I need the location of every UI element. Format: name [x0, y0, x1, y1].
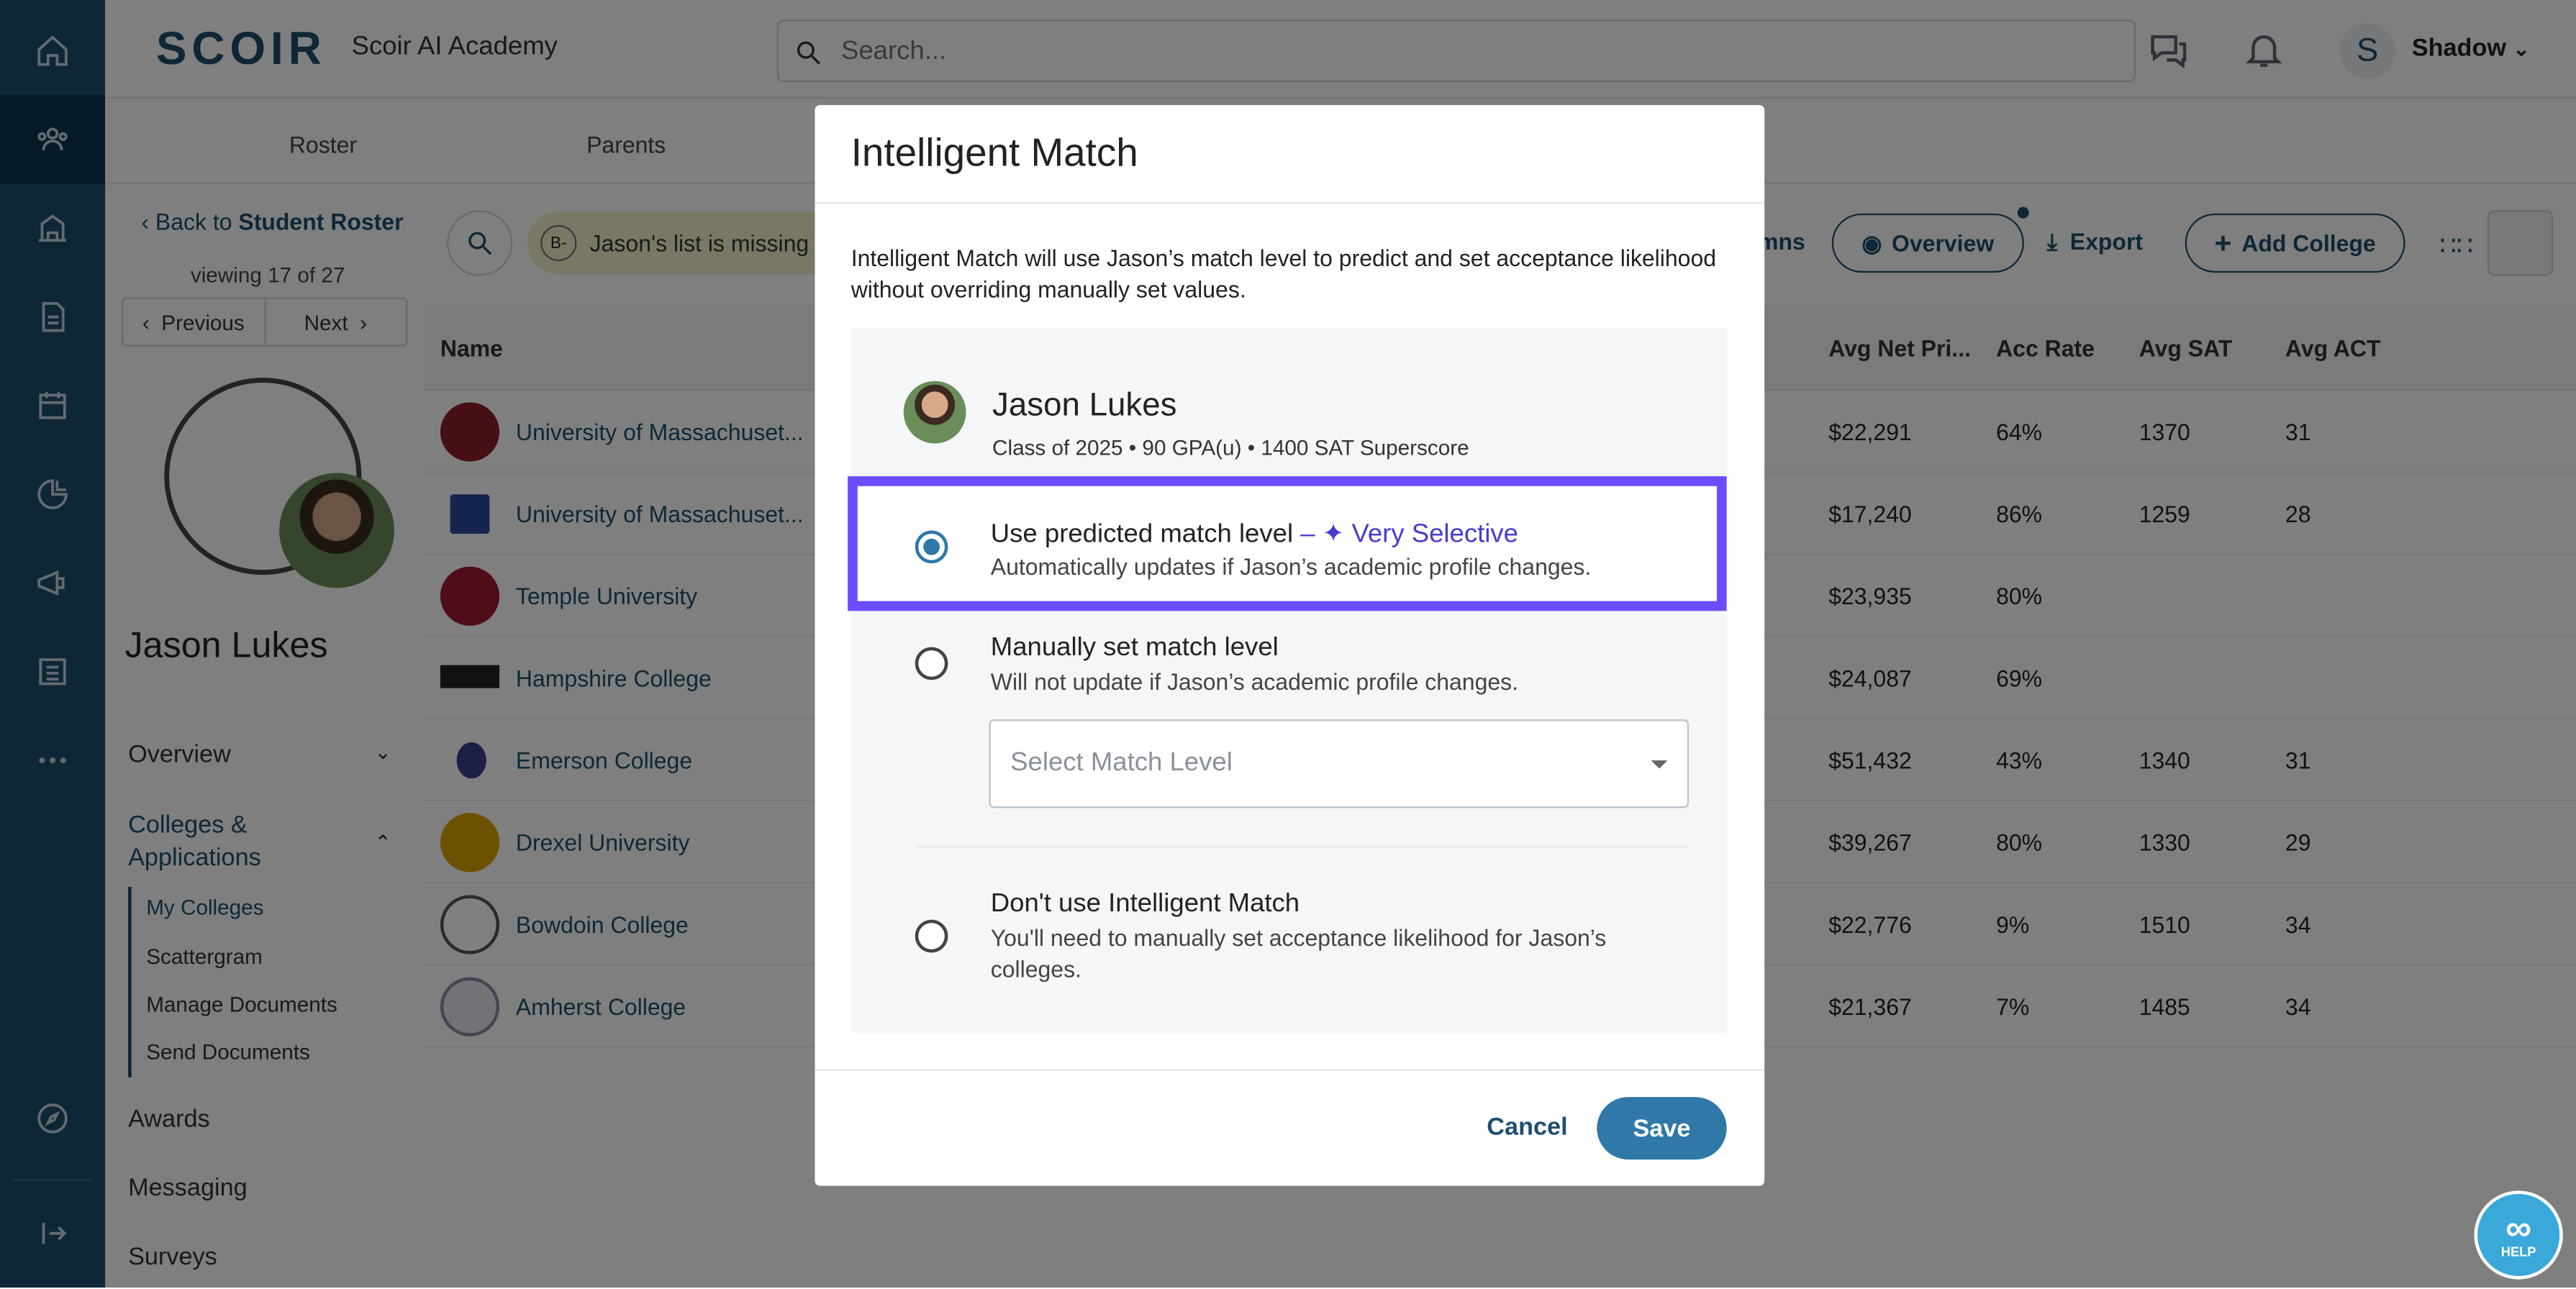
- option-dont-use-title[interactable]: Don't use Intelligent Match: [991, 890, 1300, 919]
- student-name: Jason Lukes: [992, 387, 1177, 424]
- option-predicted-dash: –: [1293, 520, 1323, 549]
- header-divider: [815, 201, 1765, 204]
- select-placeholder: Select Match Level: [1010, 749, 1233, 777]
- save-button[interactable]: Save: [1597, 1097, 1727, 1160]
- footer-divider: [815, 1069, 1765, 1071]
- student-meta: Class of 2025 • 90 GPA(u) • 1400 SAT Sup…: [992, 435, 1469, 460]
- help-button[interactable]: ∞ HELP: [2474, 1190, 2563, 1280]
- help-label: HELP: [2500, 1244, 2536, 1260]
- option-predicted-title: Use predicted match level – ✦ Very Selec…: [991, 517, 1518, 550]
- radio-manual[interactable]: [915, 647, 948, 680]
- radio-dont-use[interactable]: [915, 919, 948, 953]
- sparkle-icon: ✦: [1322, 520, 1345, 549]
- radio-predicted[interactable]: [915, 530, 948, 564]
- match-level-select[interactable]: Select Match Level: [989, 719, 1690, 809]
- dialog-title: Intelligent Match: [851, 131, 1138, 176]
- option-manual-title[interactable]: Manually set match level: [991, 634, 1279, 663]
- student-avatar: [903, 381, 966, 444]
- match-level: Very Selective: [1351, 520, 1518, 549]
- option-predicted-label: Use predicted match level: [990, 520, 1294, 549]
- option-dont-use-sub: You'll need to manually set acceptance l…: [990, 924, 1607, 983]
- option-manual-sub: Will not update if Jason’s academic prof…: [990, 668, 1518, 695]
- options-divider: [915, 845, 1690, 848]
- cancel-button[interactable]: Cancel: [1487, 1113, 1567, 1142]
- infinity-icon: ∞: [2505, 1206, 2532, 1248]
- option-predicted-sub: Automatically updates if Jason’s academi…: [990, 553, 1592, 580]
- intelligent-match-dialog: Intelligent Match Intelligent Match will…: [815, 105, 1765, 1186]
- dialog-description: Intelligent Match will use Jason’s match…: [851, 245, 1717, 303]
- caret-down-icon: [1651, 760, 1668, 769]
